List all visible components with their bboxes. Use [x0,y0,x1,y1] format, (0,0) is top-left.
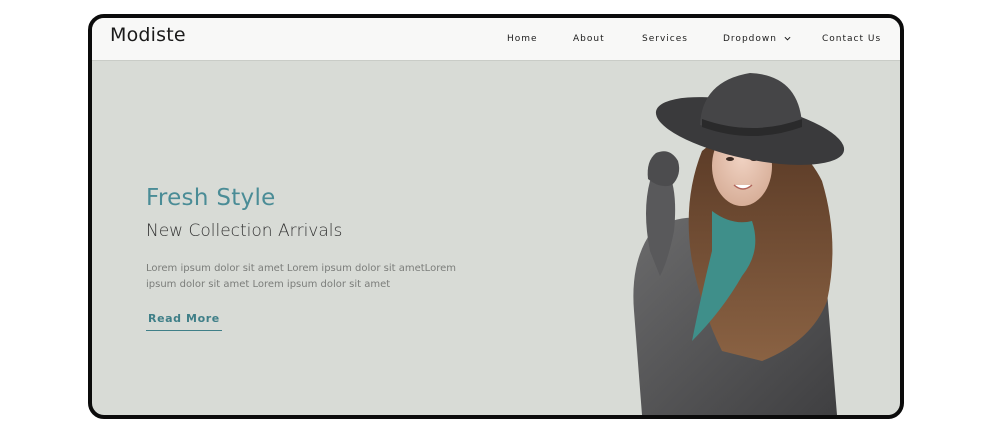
nav-home[interactable]: Home [507,34,538,44]
nav-about[interactable]: About [573,34,605,44]
brand-logo[interactable]: Modiste [110,24,186,46]
nav-services[interactable]: Services [642,34,688,44]
hero-description: Lorem ipsum dolor sit amet Lorem ipsum d… [146,263,456,290]
model-photo [633,73,845,415]
read-more-button[interactable]: Read More [146,309,222,331]
browser-frame: Modiste Home About Services Dropdown Con… [88,14,904,419]
top-navbar: Modiste Home About Services Dropdown Con… [92,18,900,61]
nav-dropdown[interactable]: Dropdown [723,34,791,44]
chevron-down-icon [784,36,791,41]
hero-section: Fresh Style New Collection Arrivals Lore… [92,61,900,415]
nav-contact-us[interactable]: Contact Us [822,34,881,44]
hero-headline: Fresh Style [146,185,276,211]
nav-dropdown-label: Dropdown [723,34,777,44]
hero-subheadline: New Collection Arrivals [146,221,343,241]
